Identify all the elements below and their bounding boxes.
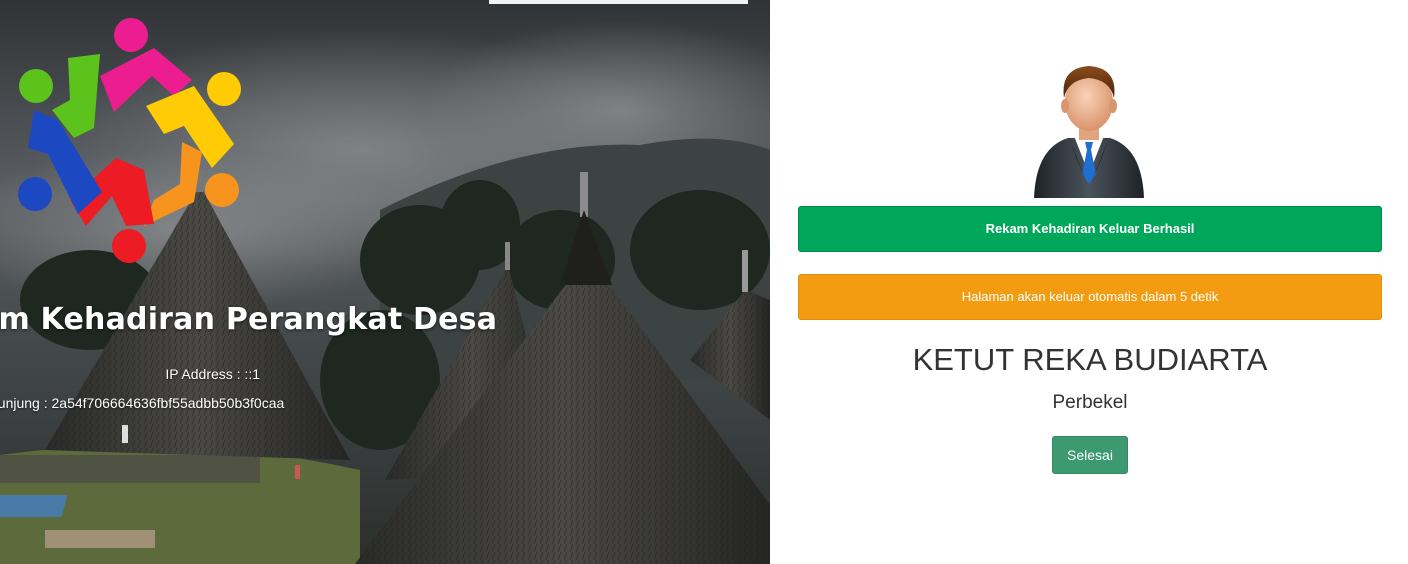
- hero-panel: am Kehadiran Perangkat Desa IP Address :…: [0, 0, 770, 564]
- auto-logout-warning-alert: Halaman akan keluar otomatis dalam 5 det…: [798, 274, 1382, 320]
- page: am Kehadiran Perangkat Desa IP Address :…: [0, 0, 1408, 564]
- top-strip-bar: [489, 0, 748, 4]
- done-button[interactable]: Selesai: [1052, 436, 1128, 474]
- user-avatar-icon: [1034, 66, 1144, 198]
- person-role: Perbekel: [1052, 392, 1128, 413]
- ip-address-text: IP Address : ::1: [165, 366, 260, 382]
- hero-title: am Kehadiran Perangkat Desa: [0, 302, 498, 337]
- community-logo-icon: [18, 18, 241, 263]
- person-name: KETUT REKA BUDIARTA: [912, 342, 1268, 377]
- success-alert: Rekam Kehadiran Keluar Berhasil: [798, 206, 1382, 252]
- visitor-id-text: gunjung : 2a54f706664636fbf55adbb50b3f0c…: [0, 395, 285, 411]
